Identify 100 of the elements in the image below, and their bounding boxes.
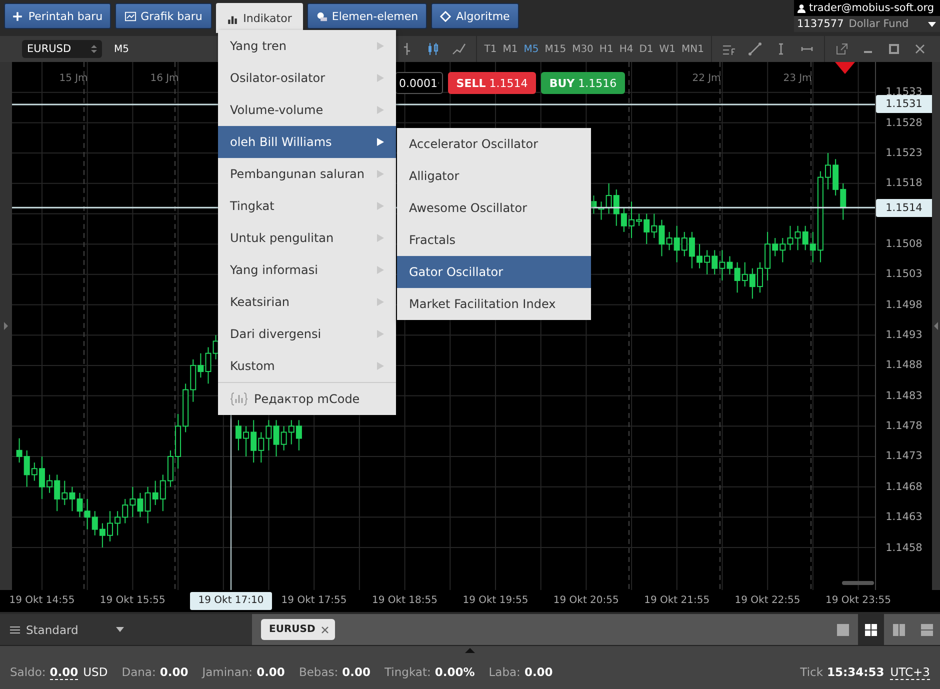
price-label: 1.1473 [884, 450, 924, 462]
symbol-dropdown[interactable]: EURUSD [22, 40, 102, 58]
time-label: 19 Okt 21:55 [643, 594, 711, 608]
time-label: 19 Okt 22:55 [734, 594, 802, 608]
menu-item[interactable]: Alligator [397, 160, 591, 192]
price-label: 1.1493 [884, 329, 924, 342]
menu-item[interactable]: Gator Oscillator [397, 256, 591, 288]
cursor-time-label: 19 Okt 17:10 [190, 592, 272, 610]
status-label: Dana: [122, 665, 156, 679]
time-label: 19 Okt 17:55 [280, 594, 348, 608]
timeframe-tab[interactable]: M1 [500, 44, 520, 54]
caret-icon [116, 627, 124, 632]
chart-tab[interactable]: EURUSD [261, 619, 336, 640]
user-icon [797, 4, 806, 12]
submenu-arrow-icon [377, 266, 384, 274]
price-label: 1.1508 [884, 238, 924, 250]
time-label: 19 Okt 19:55 [462, 594, 530, 608]
fund-name: Dollar Fund [848, 18, 909, 30]
menu-item[interactable]: Yang tren [218, 30, 396, 62]
timeframe-tab[interactable]: H1 [597, 44, 616, 54]
price-label: 1.1518 [884, 177, 924, 190]
menu-item[interactable]: Tingkat [218, 190, 396, 222]
time-label: 19 Okt 23:55 [824, 594, 892, 608]
candle-icon[interactable] [426, 42, 440, 56]
toolbar-button[interactable]: Grafik baru [115, 3, 212, 29]
close-icon[interactable] [321, 626, 330, 634]
menu-item[interactable]: Dari divergensi [218, 318, 396, 350]
day-label: 15 Jm [58, 73, 89, 84]
trend-line-icon[interactable] [748, 42, 762, 56]
menu-item[interactable]: Untuk pengulitan [218, 222, 396, 254]
grid-layout-icon [864, 622, 878, 636]
menu-item[interactable]: Accelerator Oscillator [397, 128, 591, 160]
expand-arrow-icon[interactable] [4, 322, 8, 330]
timeframe-tab[interactable]: M15 [542, 44, 568, 54]
status-value: 0.00% [434, 665, 475, 679]
status-label: Jaminan: [202, 665, 253, 679]
status-value: 0.00 [524, 665, 553, 679]
maximize-icon[interactable] [887, 42, 901, 56]
toolbar-button[interactable]: Perintah baru [4, 3, 111, 29]
timeframe-tab[interactable]: W1 [657, 44, 678, 54]
menu-item[interactable]: Fractals [397, 224, 591, 256]
status-label: Laba: [488, 665, 520, 679]
timeframe-tab[interactable]: M5 [522, 44, 541, 54]
menu-item[interactable]: Keatsirian [218, 286, 396, 318]
menu-item[interactable]: Volume-volume [218, 94, 396, 126]
collapse-arrow-icon[interactable] [934, 322, 938, 330]
lot-field[interactable]: 0.0001 [395, 72, 443, 94]
menu-item[interactable]: Awesome Oscillator [397, 192, 591, 224]
timezone-selector[interactable]: UTC+3 [890, 664, 930, 680]
menu-item[interactable]: Kustom [218, 350, 396, 382]
price-tag: 1.1531 [876, 95, 932, 114]
submenu-arrow-icon [377, 330, 384, 338]
scrollbar-thumb[interactable] [842, 581, 874, 585]
price-label: 1.1503 [884, 268, 924, 280]
columns-layout-icon [892, 622, 906, 636]
menu-item[interactable]: Yang informasi [218, 254, 396, 286]
line-chart-icon[interactable] [452, 42, 466, 56]
price-label: 1.1498 [884, 298, 924, 311]
sell-button[interactable]: SELL 1.1514 [448, 72, 536, 94]
plus-icon [12, 10, 24, 22]
timeframe-tab[interactable]: T1 [482, 44, 499, 54]
timeframe-tab[interactable]: MN1 [680, 44, 706, 54]
timeframe-tab[interactable]: H4 [617, 44, 636, 54]
balance-value[interactable]: 0.00 [50, 664, 78, 680]
toolbar-button[interactable]: Algoritme [431, 3, 519, 29]
time-label: 19 Okt 15:55 [98, 594, 166, 608]
account-email: trader@mobius-soft.org [809, 2, 934, 14]
submenu-arrow-icon [377, 202, 384, 210]
timeframe-tab[interactable]: M30 [570, 44, 596, 54]
price-label: 1.1488 [884, 359, 924, 372]
menu-item[interactable]: Osilator-osilator [218, 62, 396, 94]
code-editor-icon [230, 392, 248, 406]
toolbar-button[interactable]: Elemen-elemen [307, 3, 427, 29]
day-label: 23 Jm [782, 73, 813, 84]
status-value: 0.00 [160, 665, 188, 679]
workspace-dropdown[interactable]: Standard [0, 614, 252, 645]
close-icon[interactable] [913, 42, 927, 56]
account-number: 1137577 [797, 18, 844, 30]
toolbar-button[interactable]: Indikator [216, 3, 303, 33]
diamond-icon [440, 10, 452, 22]
menu-item[interactable]: Market Facilitation Index [397, 288, 591, 320]
submenu-arrow-icon [377, 298, 384, 306]
price-label: 1.1528 [884, 116, 924, 129]
price-label: 1.1478 [884, 420, 924, 432]
chart-icon [124, 10, 136, 22]
timeframe-tab[interactable]: D1 [637, 44, 656, 54]
balance-label: Saldo: [10, 665, 46, 679]
menu-item[interactable]: oleh Bill Williams [218, 126, 396, 158]
time-label: 19 Okt 14:55 [8, 594, 76, 608]
caret-icon[interactable] [928, 22, 936, 26]
price-tag: 1.1514 [876, 198, 932, 217]
popout-icon[interactable] [835, 42, 849, 56]
menu-item[interactable]: Pembangunan saluran [218, 158, 396, 190]
status-label: Tingkat: [384, 665, 431, 679]
spinner-icon [91, 44, 97, 54]
day-label: 16 Jm [149, 73, 180, 84]
clock-time: 15:34:53 [827, 665, 884, 679]
menu-item[interactable]: Редактор mCode [218, 382, 396, 415]
layout-button[interactable] [858, 614, 884, 645]
status-value: 0.00 [342, 665, 370, 679]
